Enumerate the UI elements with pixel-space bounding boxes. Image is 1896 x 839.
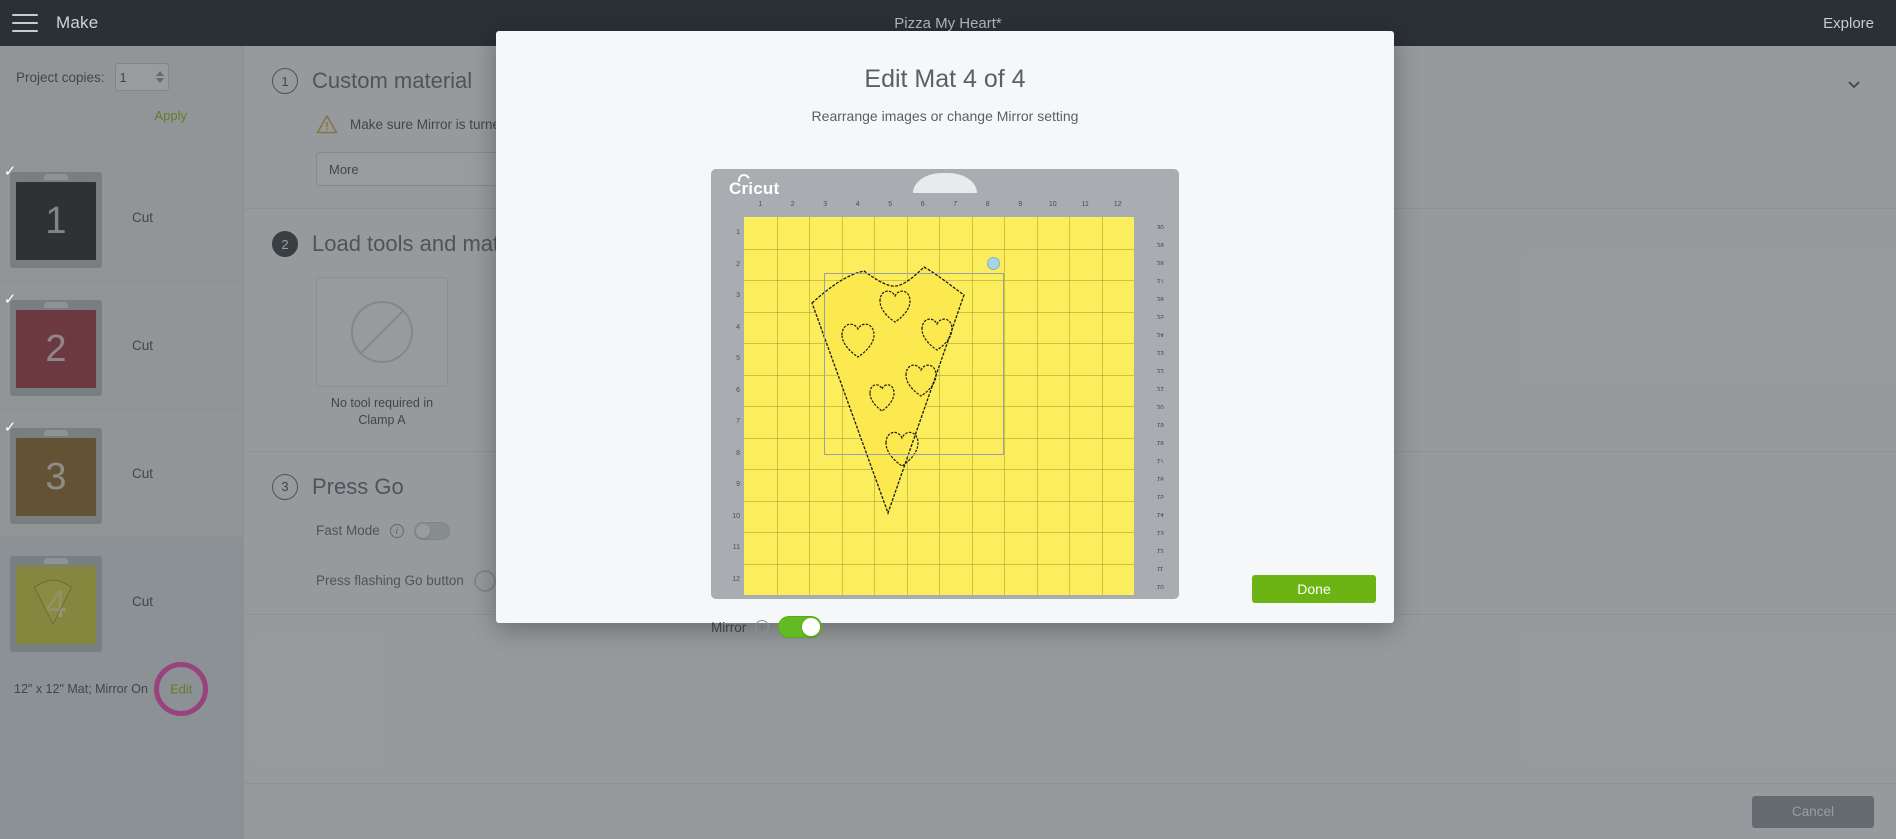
ruler-tick: 2	[790, 201, 795, 208]
mirror-toggle[interactable]	[778, 616, 823, 638]
ruler-tick: 15	[1157, 493, 1164, 499]
ruler-tick: 8	[985, 201, 990, 208]
explore-link[interactable]: Explore	[1823, 0, 1874, 46]
ruler-tick: 12	[732, 575, 740, 583]
ruler-tick: 3	[736, 292, 740, 300]
ruler-top: 1 2 3 4 5 6 7 8 9 10 11 12	[744, 201, 1134, 217]
ruler-tick: 11	[732, 544, 740, 552]
ruler-tick: 17	[1157, 457, 1164, 463]
mat-check-icon: ✓	[3, 291, 17, 308]
ruler-tick: 14	[1157, 511, 1164, 517]
ruler-tick: 5	[736, 355, 740, 363]
mat-surface[interactable]	[744, 217, 1134, 595]
ruler-tick: 6	[736, 386, 740, 394]
ruler-tick: 3	[823, 201, 828, 208]
ruler-tick: 4	[736, 323, 740, 331]
ruler-tick: 29	[1157, 241, 1164, 247]
dialog-title: Edit Mat 4 of 4	[864, 65, 1026, 93]
ruler-tick: 18	[1157, 439, 1164, 445]
ruler-tick: 30	[1157, 223, 1164, 229]
ruler-tick: 7	[953, 201, 958, 208]
ruler-tick: 2	[736, 260, 740, 268]
ruler-tick: 25	[1157, 313, 1164, 319]
ruler-tick: 1	[758, 201, 763, 208]
ruler-tick: 1	[736, 229, 740, 237]
ruler-tick: 10	[1157, 583, 1164, 589]
ruler-tick: 9	[1018, 201, 1023, 208]
ruler-tick: 20	[1157, 403, 1164, 409]
cricut-logo: Cricut	[729, 179, 780, 198]
ruler-tick: 12	[1113, 201, 1122, 208]
mat-tab-icon	[913, 173, 977, 193]
ruler-tick: 9	[736, 481, 740, 489]
ruler-tick: 19	[1157, 421, 1164, 427]
ruler-tick: 27	[1157, 277, 1164, 283]
dialog-subtitle: Rearrange images or change Mirror settin…	[811, 108, 1079, 124]
info-icon[interactable]: i	[755, 620, 770, 634]
edit-mat-dialog: Edit Mat 4 of 4 Rearrange images or chan…	[496, 31, 1394, 638]
ruler-tick: 26	[1157, 295, 1164, 301]
ruler-left: 1 2 3 4 5 6 7 8 9 10 11 12	[725, 217, 743, 595]
ruler-tick: 21	[1157, 385, 1164, 391]
rotate-handle-icon[interactable]	[987, 257, 1000, 270]
mat-check-icon: ✓	[3, 163, 17, 180]
ruler-tick: 24	[1157, 331, 1164, 337]
hamburger-icon[interactable]	[12, 14, 38, 32]
ruler-tick: 11	[1081, 201, 1089, 208]
ruler-tick: 6	[920, 201, 925, 208]
ruler-tick: 13	[1157, 529, 1164, 535]
done-button[interactable]: Done	[1252, 575, 1376, 603]
mirror-setting-row: Mirror i	[711, 616, 823, 638]
ruler-right: 30 29 28 27 26 25 24 23 22 21 20 19 18 17 16 15 14 13 12 11…	[1155, 217, 1173, 595]
ruler-tick: 12	[1157, 547, 1164, 553]
ruler-tick: 5	[888, 201, 893, 208]
ruler-tick: 23	[1157, 349, 1164, 355]
ruler-tick: 4	[855, 201, 860, 208]
mat-check-icon: ✓	[3, 419, 17, 436]
ruler-tick: 10	[732, 512, 740, 520]
ruler-tick: 11	[1157, 565, 1164, 571]
selection-bounding-box[interactable]	[824, 273, 1004, 455]
ruler-tick: 7	[736, 418, 740, 426]
mirror-label: Mirror	[711, 619, 747, 635]
mat-editor[interactable]: Cricut 1 2 3 4 5 6 7 8 9 10 11 12 1 2 3 4 5 6 7 8 9 10 11 12 3…	[711, 169, 1179, 599]
ruler-tick: 16	[1157, 475, 1164, 481]
ruler-tick: 10	[1048, 201, 1057, 208]
ruler-tick: 22	[1157, 367, 1164, 373]
app-title: Make	[56, 13, 99, 32]
app-root: Make Pizza My Heart* Explore Project cop…	[0, 0, 1896, 839]
ruler-tick: 8	[736, 449, 740, 457]
ruler-tick: 28	[1157, 259, 1164, 265]
